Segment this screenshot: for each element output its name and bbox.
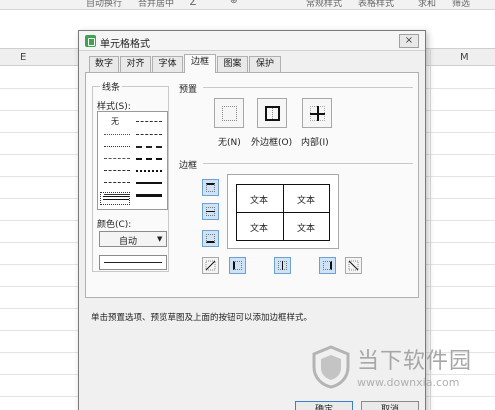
line-style-option[interactable]	[104, 182, 130, 183]
border-middle-vertical-icon	[278, 261, 287, 270]
watermark-name: 当下软件园	[357, 349, 473, 374]
cancel-button[interactable]: 取消	[361, 401, 419, 410]
tab-number[interactable]: 数字	[89, 56, 119, 72]
preset-outline-label: 外边框(O)	[251, 138, 293, 148]
diagonal-up-icon	[205, 260, 216, 271]
ok-button[interactable]: 确定	[295, 401, 353, 410]
tab-font[interactable]: 字体	[152, 56, 183, 72]
line-style-option[interactable]	[136, 134, 162, 135]
inner-guide	[272, 108, 273, 119]
line-preview	[99, 255, 167, 270]
inside-horizontal-line	[310, 113, 325, 115]
preset-none-button[interactable]	[214, 98, 244, 128]
border-bottom-button[interactable]	[202, 230, 219, 247]
watermark-logo-icon	[312, 345, 350, 389]
preview-cell-text: 文本	[250, 196, 269, 206]
line-style-option[interactable]	[136, 182, 162, 184]
middle-line	[206, 211, 215, 212]
border-diagonal-up-button[interactable]	[202, 257, 219, 274]
watermark-url: www.downxia.com	[357, 376, 460, 389]
preview-grid[interactable]: 文本 文本 文本 文本	[236, 184, 330, 241]
tab-border[interactable]: 边框	[184, 54, 216, 73]
line-style-option[interactable]	[104, 158, 130, 159]
close-button[interactable]: ×	[399, 34, 419, 48]
wrap-text-button[interactable]: 自动换行	[86, 0, 122, 9]
outline-border-icon	[265, 106, 280, 121]
column-header-e[interactable]: E	[20, 52, 26, 63]
autosum-button[interactable]: 求和	[418, 0, 436, 9]
color-value: 自动	[119, 237, 138, 247]
preview-cell-text: 文本	[297, 196, 316, 206]
border-left-button[interactable]	[229, 257, 246, 274]
hint-text: 单击预置选项、预览草图及上面的按钮可以添加边框样式。	[91, 313, 313, 323]
preview-cell-text: 文本	[250, 224, 269, 234]
border-diagonal-down-button[interactable]	[345, 257, 362, 274]
selected-line-style[interactable]	[100, 192, 130, 205]
table-style-button[interactable]: 表格样式	[358, 0, 394, 9]
insert-icon[interactable]: ⊕	[230, 0, 238, 6]
line-style-option[interactable]	[104, 134, 130, 135]
ribbon-toolbar: 自动换行 合并居中 ∑ ⊕ 常规样式 表格样式 求和 筛选	[0, 0, 495, 10]
line-style-option[interactable]	[136, 146, 162, 148]
app-icon	[85, 35, 96, 47]
border-divider	[203, 163, 413, 164]
line-style-none[interactable]: 无	[111, 116, 119, 127]
no-border-icon	[222, 106, 237, 121]
line-group-label: 线条	[100, 80, 123, 93]
inside-border-icon	[310, 106, 325, 121]
middle-line	[282, 261, 283, 270]
border-left-icon	[233, 261, 242, 270]
diagonal-down-icon	[348, 260, 359, 271]
border-top-icon	[206, 183, 215, 192]
preset-inside-label: 内部(I)	[301, 138, 329, 148]
preset-inside-button[interactable]	[302, 98, 332, 128]
line-style-list[interactable]: 无	[97, 111, 168, 210]
color-dropdown[interactable]: 自动 ▼	[99, 231, 167, 247]
line-style-option[interactable]	[136, 194, 162, 197]
line-style-option[interactable]	[104, 146, 130, 147]
dialog-titlebar[interactable]: 单元格格式 ×	[79, 31, 425, 51]
border-middle-vertical-button[interactable]	[274, 257, 291, 274]
line-style-option	[103, 196, 129, 197]
preview-cell-text: 文本	[297, 224, 316, 234]
border-right-button[interactable]	[319, 257, 336, 274]
filter-button[interactable]: 筛选	[452, 0, 470, 9]
line-style-option[interactable]	[136, 121, 162, 122]
tab-protection[interactable]: 保护	[249, 56, 281, 72]
tab-alignment[interactable]: 对齐	[120, 56, 151, 72]
preset-divider	[203, 87, 413, 88]
chevron-down-icon: ▼	[157, 235, 163, 243]
border-middle-horizontal-icon	[206, 207, 215, 216]
column-header-m[interactable]: M	[460, 52, 469, 63]
dialog-title: 单元格格式	[100, 39, 150, 50]
preview-horizontal-line	[237, 212, 329, 213]
preset-outline-button[interactable]	[257, 98, 287, 128]
preset-label: 预置	[179, 85, 198, 95]
color-label: 颜色(C):	[97, 220, 132, 230]
border-bottom-icon	[206, 234, 215, 243]
border-middle-horizontal-button[interactable]	[202, 203, 219, 220]
line-style-option[interactable]	[136, 170, 162, 172]
line-style-option[interactable]	[104, 170, 130, 171]
border-label: 边框	[179, 161, 198, 171]
border-top-button[interactable]	[202, 179, 219, 196]
preset-none-label: 无(N)	[218, 138, 241, 148]
merge-center-button[interactable]: 合并居中	[138, 0, 174, 9]
border-right-icon	[323, 261, 332, 270]
border-preview[interactable]: 文本 文本 文本 文本	[227, 174, 339, 249]
tab-pattern[interactable]: 图案	[217, 56, 248, 72]
line-style-option	[103, 199, 129, 200]
line-style-option[interactable]	[136, 158, 162, 160]
cell-style-button[interactable]: 常规样式	[306, 0, 342, 9]
sum-icon[interactable]: ∑	[190, 0, 196, 6]
